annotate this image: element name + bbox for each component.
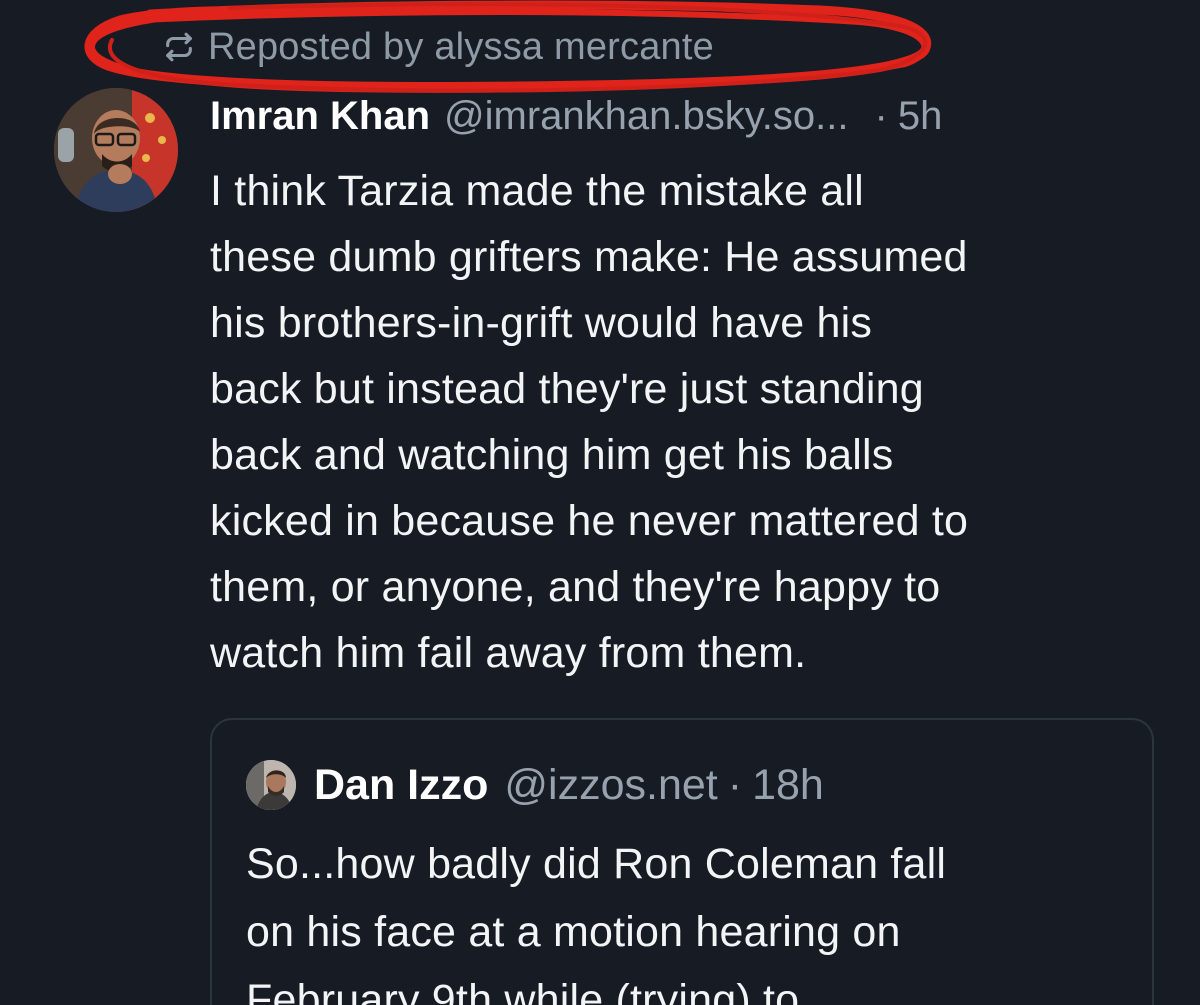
repost-indicator[interactable]: Reposted by alyssa mercante xyxy=(162,24,714,70)
post-timestamp[interactable]: · 5h xyxy=(875,94,943,139)
quoted-author-handle[interactable]: @izzos.net xyxy=(504,761,717,810)
quoted-post-header: Dan Izzo @izzos.net · 18h xyxy=(246,756,824,814)
separator-dot: · xyxy=(874,93,888,138)
author-avatar[interactable] xyxy=(54,88,178,212)
post-time-value: 5h xyxy=(897,93,943,138)
quoted-post-card[interactable]: Dan Izzo @izzos.net · 18h So...how badly… xyxy=(210,718,1154,1005)
author-avatar-image xyxy=(54,88,178,212)
repost-icon xyxy=(166,32,192,62)
quoted-author-avatar-image xyxy=(246,760,296,810)
quoted-post-time[interactable]: 18h xyxy=(752,761,824,810)
post-header: Imran Khan @imrankhan.bsky.so... · 5h xyxy=(210,88,1170,144)
author-name[interactable]: Imran Khan xyxy=(210,94,430,139)
quoted-author-avatar[interactable] xyxy=(246,760,296,810)
post-text: I think Tarzia made the mistake all thes… xyxy=(210,167,969,677)
author-handle[interactable]: @imrankhan.bsky.so... xyxy=(444,94,848,139)
quoted-author-name[interactable]: Dan Izzo xyxy=(314,761,488,810)
quoted-separator-dot: · xyxy=(727,760,743,809)
repost-label[interactable]: Reposted by alyssa mercante xyxy=(208,26,714,69)
quoted-post-text: So...how badly did Ron Coleman fall on h… xyxy=(246,840,947,1005)
